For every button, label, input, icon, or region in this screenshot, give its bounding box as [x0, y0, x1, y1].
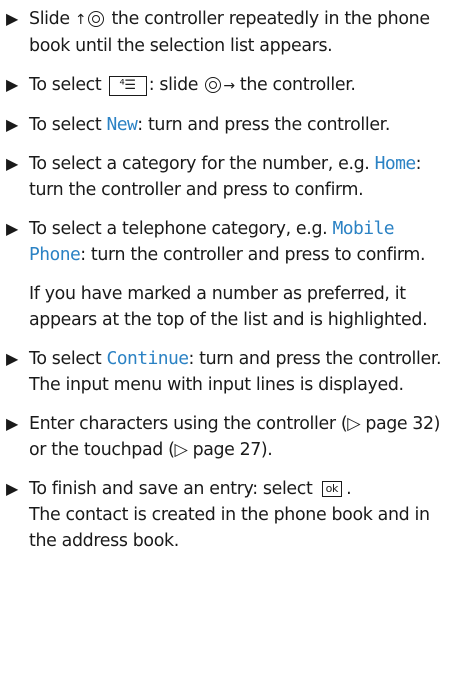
- step-5: ▶ To select a telephone category, e.g. M…: [6, 216, 458, 333]
- step-7-text-a: Enter characters using the controller: [29, 414, 336, 434]
- step-2: ▶ To select ⁴☰: slide → the controller.: [6, 72, 458, 99]
- list-menu-icon: ⁴☰: [108, 76, 147, 96]
- bullet-icon: ▶: [6, 115, 18, 134]
- step-4: ▶ To select a category for the number, e…: [6, 151, 458, 203]
- step-6-text-b: : turn and press the controller.: [188, 349, 442, 369]
- bullet-icon: ▶: [6, 9, 18, 28]
- step-2-text-b: : slide: [148, 75, 199, 95]
- bullet-icon: ▶: [6, 349, 18, 368]
- step-3: ▶ To select New: turn and press the cont…: [6, 112, 458, 138]
- step-8-note: The contact is created in the phone book…: [29, 505, 430, 551]
- bullet-icon: ▶: [6, 75, 18, 94]
- step-1: ▶ Slide ↑ the controller repeatedly in t…: [6, 6, 458, 59]
- page-reference: (▷ page 27).: [168, 440, 273, 460]
- step-4-text-a: To select a category for the number, e.g…: [29, 154, 370, 174]
- bullet-icon: ▶: [6, 479, 18, 498]
- step-7: ▶ Enter characters using the controller …: [6, 411, 458, 463]
- step-3-text-a: To select: [29, 115, 102, 135]
- menu-item-home: Home: [374, 153, 417, 174]
- manual-page: ▶ Slide ↑ the controller repeatedly in t…: [0, 0, 472, 689]
- step-2-text-a: To select: [29, 75, 102, 95]
- bullet-icon: ▶: [6, 219, 18, 238]
- step-8: ▶ To finish and save an entry: select ok…: [6, 476, 458, 554]
- arrow-right-icon: →: [223, 78, 235, 94]
- ok-button-icon: ok: [321, 481, 343, 497]
- controller-icon: [205, 77, 222, 93]
- step-7-text-b: or the touchpad: [29, 440, 163, 460]
- controller-icon: [88, 11, 105, 27]
- bullet-icon: ▶: [6, 154, 18, 173]
- step-8-text-b: .: [346, 479, 352, 499]
- arrow-up-icon: ↑: [74, 12, 87, 28]
- step-6-text-a: To select: [29, 349, 102, 369]
- step-5-text-a: To select a telephone category, e.g.: [29, 219, 328, 239]
- step-3-text-b: : turn and press the controller.: [137, 115, 391, 135]
- menu-item-new: New: [106, 114, 138, 135]
- step-1-text-a: Slide: [29, 9, 70, 29]
- menu-item-continue: Continue: [106, 348, 190, 369]
- bullet-icon: ▶: [6, 414, 18, 433]
- step-2-text-c: the controller.: [239, 75, 356, 95]
- page-reference: (▷ page 32): [340, 414, 441, 434]
- step-6-note: The input menu with input lines is displ…: [29, 375, 404, 395]
- step-8-text-a: To finish and save an entry: select: [29, 479, 313, 499]
- step-5-note: If you have marked a number as preferred…: [29, 284, 428, 330]
- step-5-text-b: : turn the controller and press to confi…: [80, 245, 426, 265]
- step-6: ▶ To select Continue: turn and press the…: [6, 346, 458, 398]
